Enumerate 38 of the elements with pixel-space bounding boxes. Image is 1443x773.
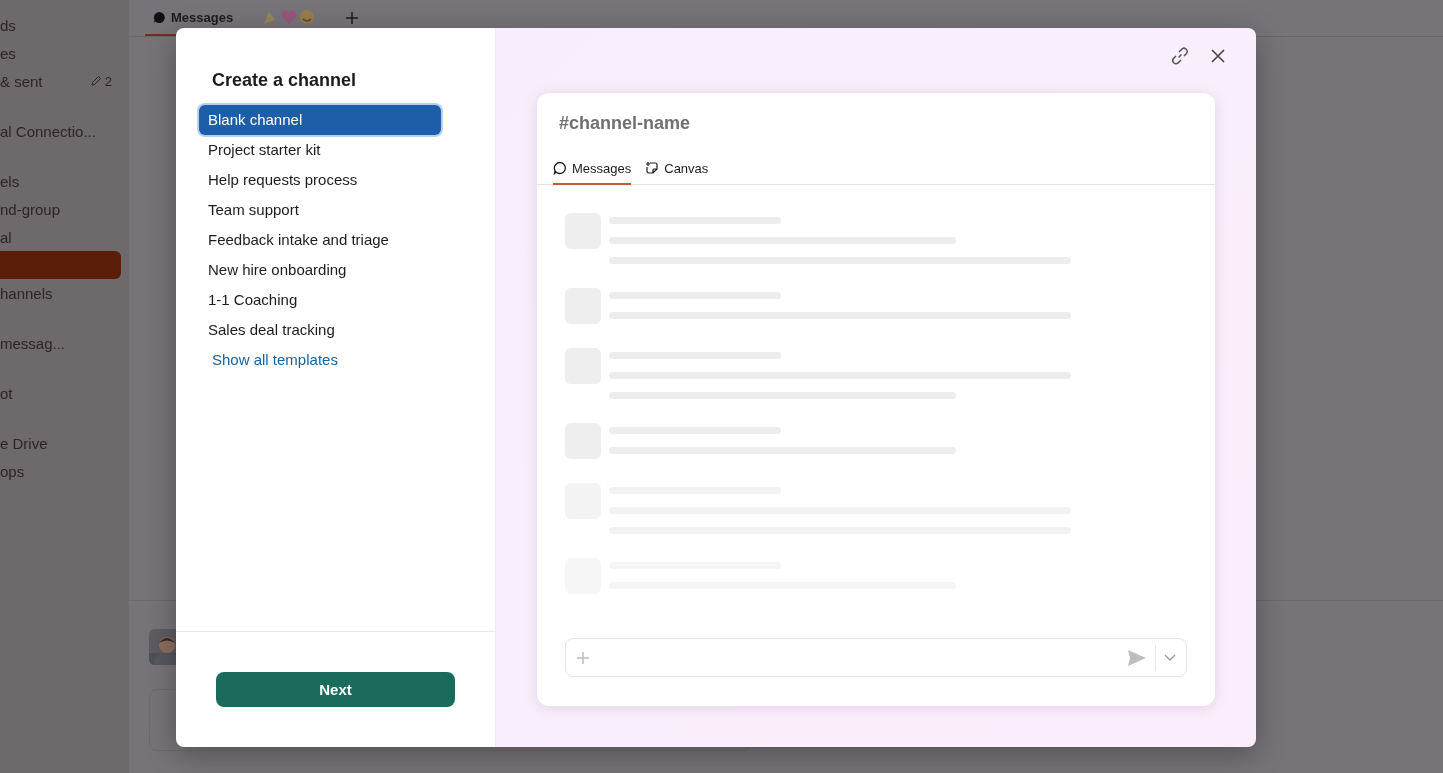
sidebar-item[interactable]: els <box>0 167 129 195</box>
sidebar-item[interactable]: ops <box>0 457 129 485</box>
channel-name: #channel-name <box>559 113 692 135</box>
send-icon <box>1127 648 1147 667</box>
pencil-icon <box>89 75 102 87</box>
tab[interactable]: Canvas <box>645 153 709 185</box>
sidebar-item[interactable]: hannels <box>0 279 129 307</box>
sidebar-item[interactable]: ot <box>0 379 129 407</box>
plus-icon <box>576 650 590 665</box>
sidebar-item[interactable]: al <box>0 223 129 251</box>
sidebar-item[interactable]: al Connectio... <box>0 117 129 145</box>
dialog-title: Create a channel <box>212 70 358 91</box>
canvas-icon <box>645 161 660 175</box>
template-item[interactable]: 1-1 Coaching <box>199 285 441 315</box>
template-item[interactable]: Feedback intake and triage <box>199 225 441 255</box>
template-item[interactable]: New hire onboarding <box>199 255 441 285</box>
draft-count: 2 <box>104 73 112 89</box>
chat-bubble-icon <box>153 10 166 24</box>
template-item[interactable]: Project starter kit <box>199 135 441 165</box>
sidebar-item[interactable]: ds <box>0 11 129 39</box>
chevron-down-icon <box>1164 653 1176 662</box>
emoji-icons <box>263 9 316 25</box>
chat-bubble-icon <box>553 161 567 175</box>
show-all-templates-link[interactable]: Show all templates <box>212 345 338 375</box>
next-button[interactable]: Next <box>216 672 455 707</box>
sidebar-item[interactable]: messag... <box>0 329 129 357</box>
template-item[interactable]: Blank channel <box>199 105 441 135</box>
link-icon[interactable] <box>1169 44 1191 67</box>
sidebar-item[interactable]: & sent 2 <box>0 67 129 95</box>
sidebar-item[interactable]: nd-group <box>0 195 129 223</box>
template-item[interactable]: Team support <box>199 195 441 225</box>
sidebar-item[interactable]: e Drive <box>0 429 129 457</box>
add-tab-icon[interactable] <box>345 11 360 25</box>
message-input[interactable] <box>565 638 1187 677</box>
template-item[interactable]: Help requests process <box>199 165 441 195</box>
template-item[interactable]: Sales deal tracking <box>199 315 441 345</box>
sidebar-item[interactable]: es <box>0 39 129 67</box>
tab[interactable]: Messages <box>553 153 632 185</box>
